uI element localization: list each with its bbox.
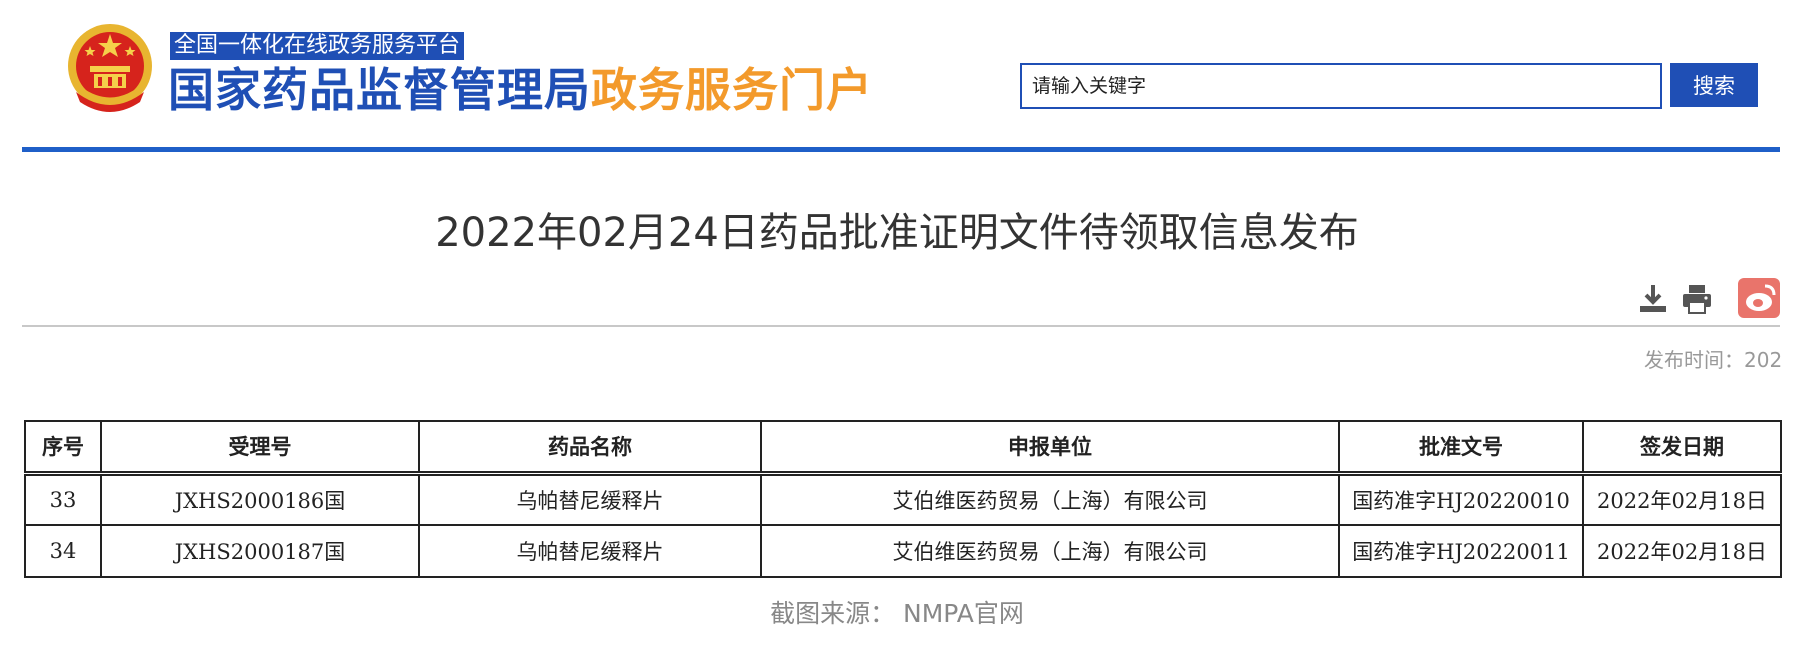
cell-issue-date: 2022年02月18日 [1582, 524, 1782, 578]
table-header-row: 序号 受理号 药品名称 申报单位 批准文号 签发日期 [24, 420, 1782, 476]
table-row: 34 JXHS2000187国 乌帕替尼缓释片 艾伯维医药贸易（上海）有限公司 … [24, 524, 1782, 578]
column-header-applicant: 申报单位 [760, 420, 1340, 476]
national-emblem-icon [68, 24, 152, 112]
cell-serial: 34 [24, 524, 102, 578]
cell-approval-no: 国药准字HJ20220011 [1338, 524, 1584, 578]
header-divider [22, 147, 1780, 152]
site-title[interactable]: 国家药品监督管理局政务服务门户 [168, 62, 873, 118]
search-input[interactable] [1020, 63, 1662, 109]
cell-drug-name: 乌帕替尼缓释片 [418, 524, 762, 578]
column-header-acceptance-no: 受理号 [100, 420, 420, 476]
cell-applicant: 艾伯维医药贸易（上海）有限公司 [760, 524, 1340, 578]
site-header: 全国一体化在线政务服务平台 国家药品监督管理局政务服务门户 搜索 [0, 0, 1794, 152]
weibo-icon[interactable] [1738, 278, 1780, 318]
approval-table: 序号 受理号 药品名称 申报单位 批准文号 签发日期 33 JXHS200018… [24, 420, 1782, 578]
search-button[interactable]: 搜索 [1670, 63, 1758, 107]
screenshot-source-caption: 截图来源： NMPA官网 [770, 599, 1024, 628]
cell-issue-date: 2022年02月18日 [1582, 472, 1782, 526]
column-header-drug-name: 药品名称 [418, 420, 762, 476]
cell-serial: 33 [24, 472, 102, 526]
table-row: 33 JXHS2000186国 乌帕替尼缓释片 艾伯维医药贸易（上海）有限公司 … [24, 472, 1782, 526]
column-header-approval-no: 批准文号 [1338, 420, 1584, 476]
print-icon[interactable] [1680, 282, 1714, 316]
article-title: 2022年02月24日药品批准证明文件待领取信息发布 [435, 210, 1359, 256]
publish-time: 发布时间：202 [1644, 348, 1783, 372]
cell-drug-name: 乌帕替尼缓释片 [418, 472, 762, 526]
column-header-serial: 序号 [24, 420, 102, 476]
cell-acceptance-no: JXHS2000187国 [100, 524, 420, 578]
platform-tag[interactable]: 全国一体化在线政务服务平台 [170, 32, 465, 60]
site-title-agency: 国家药品监督管理局 [168, 63, 591, 117]
article-tools [1634, 278, 1794, 318]
title-divider [22, 325, 1780, 327]
site-title-portal: 政务服务门户 [591, 63, 873, 117]
cell-acceptance-no: JXHS2000186国 [100, 472, 420, 526]
cell-approval-no: 国药准字HJ20220010 [1338, 472, 1584, 526]
column-header-issue-date: 签发日期 [1582, 420, 1782, 476]
download-icon[interactable] [1636, 282, 1670, 316]
cell-applicant: 艾伯维医药贸易（上海）有限公司 [760, 472, 1340, 526]
